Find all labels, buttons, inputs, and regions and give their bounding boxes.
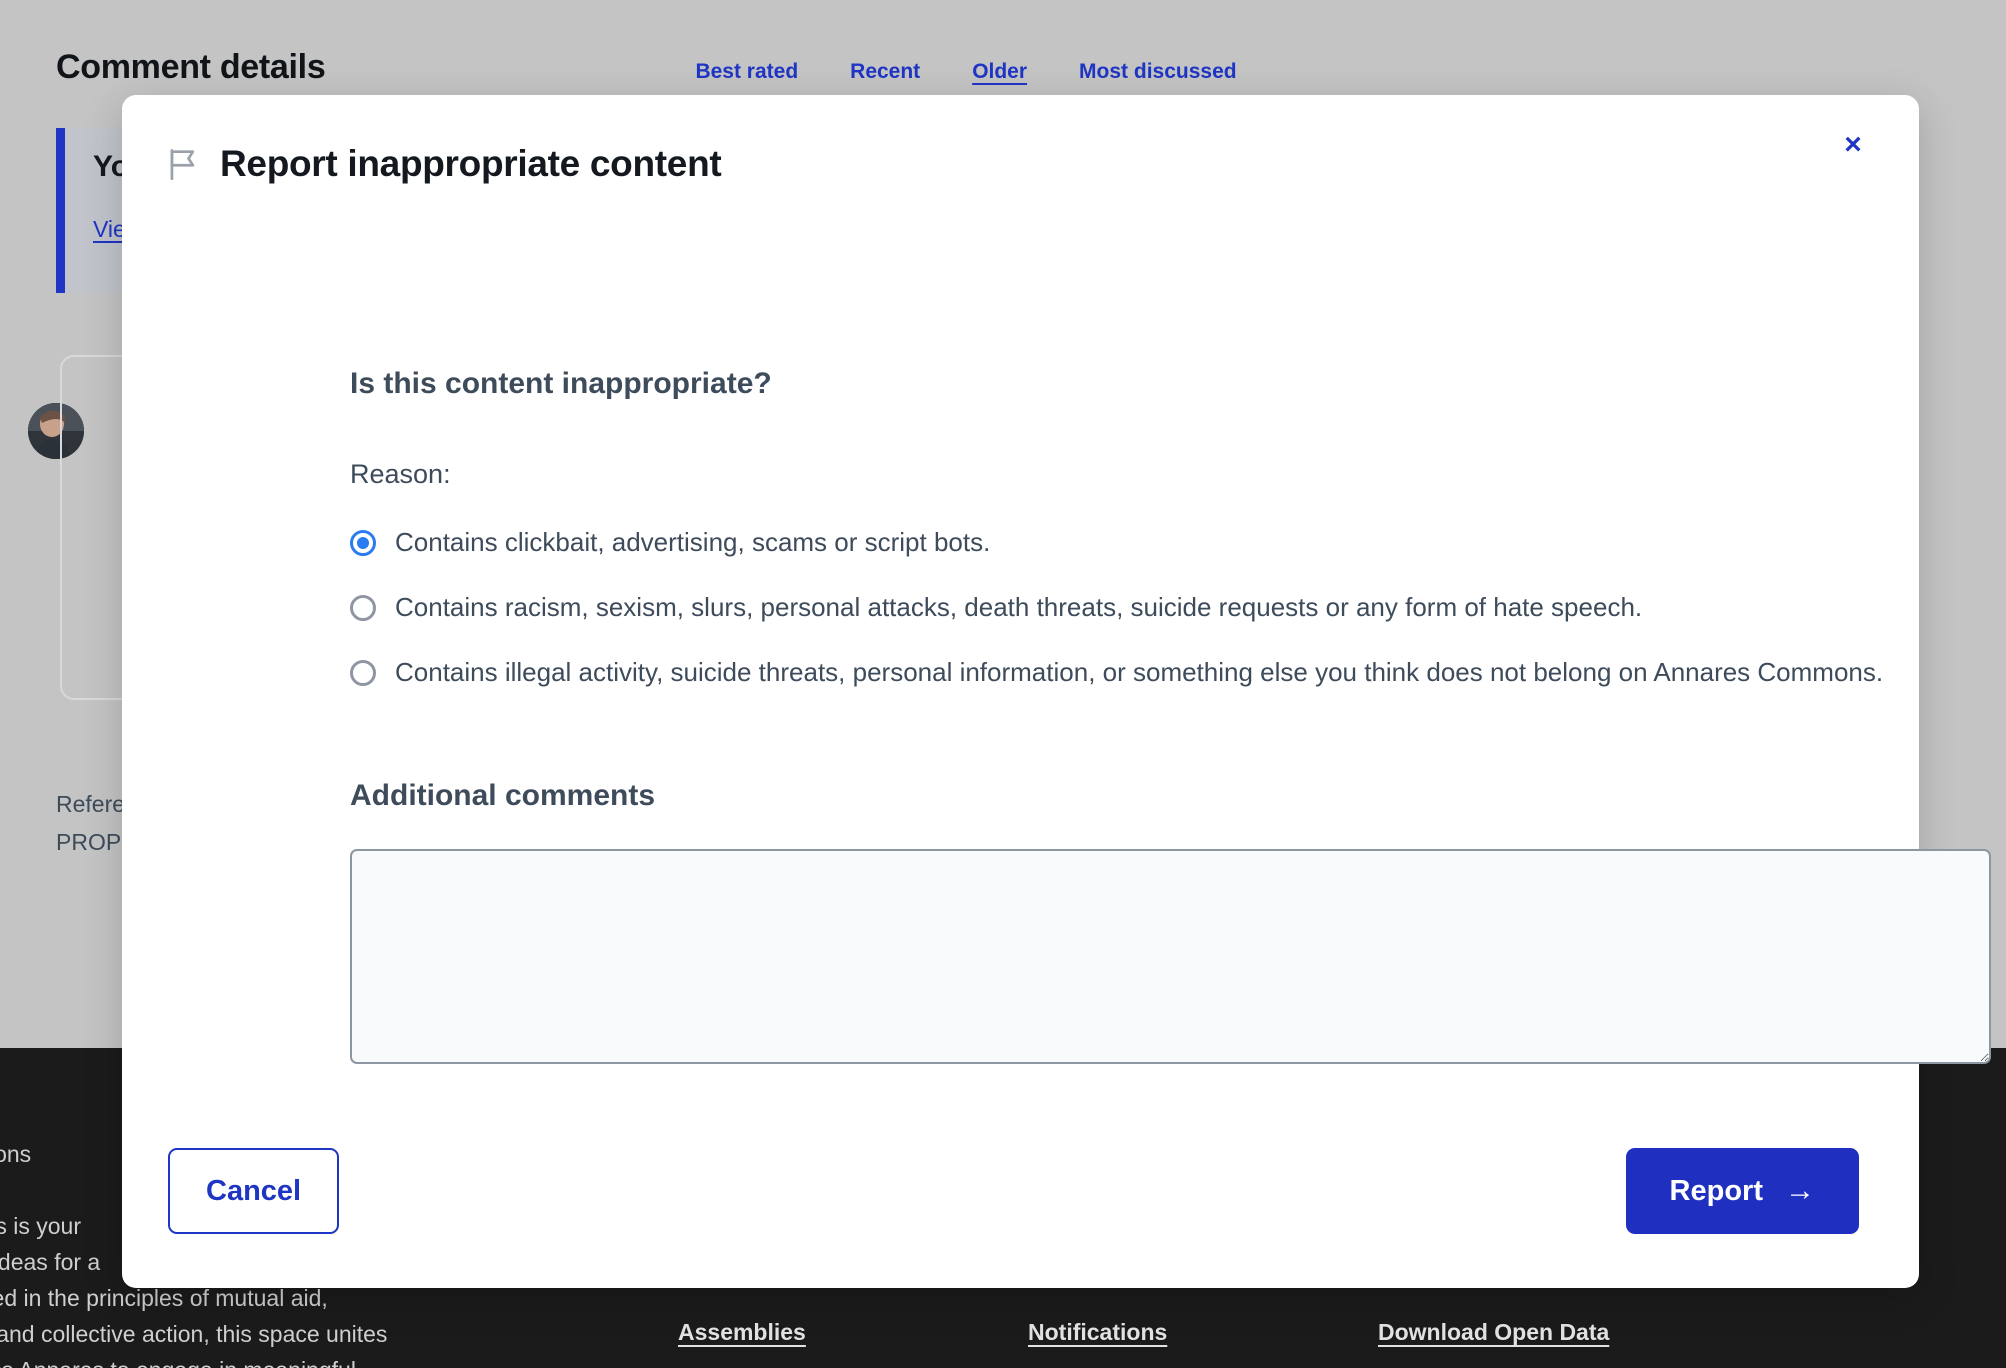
report-button[interactable]: Report → — [1626, 1148, 1859, 1234]
reason-option-clickbait[interactable]: Contains clickbait, advertising, scams o… — [350, 523, 1995, 561]
arrow-right-icon: → — [1785, 1176, 1815, 1206]
report-content-modal: × Report inappropriate content Is this c… — [122, 95, 1919, 1288]
reason-option-label[interactable]: Contains racism, sexism, slurs, personal… — [395, 588, 1642, 626]
reason-option-hate-speech[interactable]: Contains racism, sexism, slurs, personal… — [350, 588, 1995, 626]
radio-icon-unselected[interactable] — [350, 660, 376, 686]
additional-comments-input[interactable] — [350, 849, 1991, 1064]
reason-radio-group: Contains clickbait, advertising, scams o… — [350, 523, 1995, 691]
modal-body: Is this content inappropriate? Reason: C… — [350, 367, 1995, 1064]
modal-overlay: × Report inappropriate content Is this c… — [0, 0, 2006, 1368]
modal-footer: Cancel Report → — [122, 1148, 1919, 1234]
radio-icon-selected[interactable] — [350, 530, 376, 556]
reason-option-illegal-activity[interactable]: Contains illegal activity, suicide threa… — [350, 653, 1995, 691]
reason-option-label[interactable]: Contains illegal activity, suicide threa… — [395, 653, 1883, 691]
close-icon[interactable]: × — [1831, 123, 1875, 167]
reason-label: Reason: — [350, 459, 1995, 490]
modal-header: Report inappropriate content — [168, 143, 721, 185]
reason-option-label[interactable]: Contains clickbait, advertising, scams o… — [395, 523, 990, 561]
report-button-label: Report — [1670, 1175, 1763, 1208]
section-heading: Is this content inappropriate? — [350, 367, 1995, 401]
additional-comments-block: Additional comments — [350, 779, 1995, 1064]
cancel-button[interactable]: Cancel — [168, 1148, 339, 1234]
flag-icon — [168, 148, 198, 180]
modal-title: Report inappropriate content — [220, 143, 721, 185]
additional-comments-label: Additional comments — [350, 779, 1995, 813]
radio-icon-unselected[interactable] — [350, 595, 376, 621]
